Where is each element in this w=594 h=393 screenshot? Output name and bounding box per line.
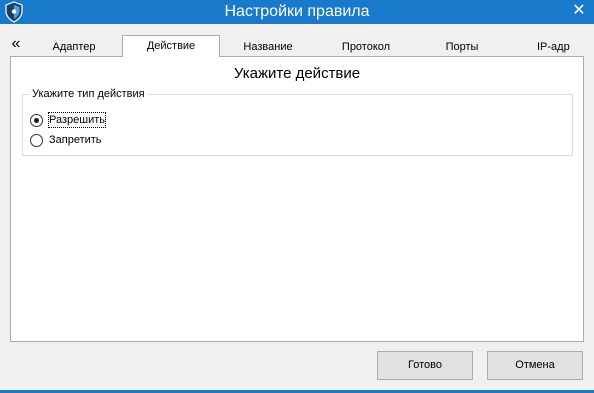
radio-selected-dot bbox=[34, 118, 39, 123]
tab-name[interactable]: Название bbox=[224, 39, 312, 57]
ok-button[interactable]: Готово bbox=[377, 351, 473, 380]
window-title: Настройки правила bbox=[224, 3, 370, 20]
tab-strip: « Адаптер Действие Название Протокол Пор… bbox=[0, 33, 594, 57]
close-button[interactable]: ✕ bbox=[564, 0, 594, 24]
tab-scroll-left-button[interactable]: « bbox=[8, 35, 24, 55]
tab-label: Протокол bbox=[341, 41, 391, 53]
radio-label[interactable]: Разрешить bbox=[48, 112, 106, 128]
page-title: Укажите действие bbox=[233, 65, 361, 82]
close-icon: ✕ bbox=[572, 2, 586, 19]
tab-label: Адаптер bbox=[52, 41, 96, 53]
tab-action[interactable]: Действие bbox=[122, 35, 220, 57]
rule-settings-window: Настройки правила ✕ « Адаптер Действие Н… bbox=[0, 0, 594, 393]
title-bar[interactable]: Настройки правила ✕ bbox=[0, 0, 594, 24]
cancel-button[interactable]: Отмена bbox=[487, 351, 583, 380]
tab-content-panel: Укажите действие Укажите тип действия Ра… bbox=[10, 56, 584, 342]
group-legend: Укажите тип действия bbox=[29, 87, 148, 101]
double-chevron-left-icon: « bbox=[11, 35, 21, 52]
radio-button[interactable] bbox=[30, 134, 43, 147]
radio-button[interactable] bbox=[30, 114, 43, 127]
tab-protocol[interactable]: Протокол bbox=[322, 39, 410, 57]
tab-label: Действие bbox=[146, 40, 196, 52]
action-type-group: Укажите тип действия Разрешить Запретить bbox=[22, 87, 573, 156]
tab-label: Порты bbox=[445, 41, 479, 53]
tab-ports[interactable]: Порты bbox=[418, 39, 506, 57]
tab-ip-address[interactable]: IP-адр bbox=[537, 39, 584, 57]
tab-label: Название bbox=[243, 41, 293, 53]
radio-label[interactable]: Запретить bbox=[49, 133, 102, 147]
tab-adapter[interactable]: Адаптер bbox=[30, 39, 118, 57]
tab-label: IP-адр bbox=[537, 41, 570, 53]
